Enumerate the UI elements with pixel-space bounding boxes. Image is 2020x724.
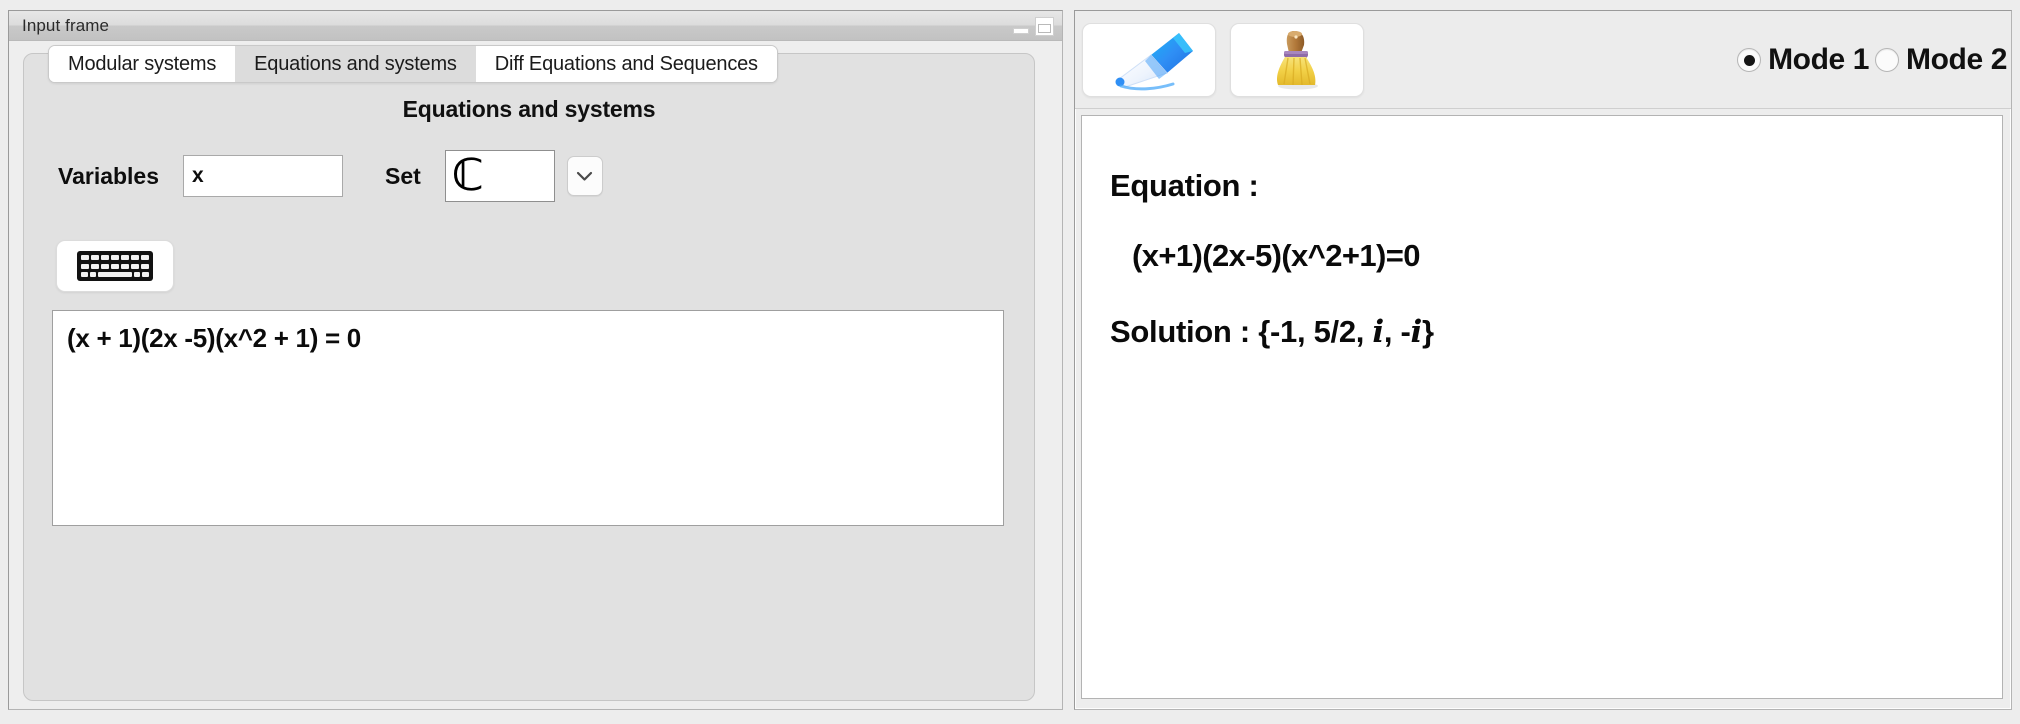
tab-modular-systems[interactable]: Modular systems — [49, 46, 236, 82]
output-equation-value: (x+1)(2x-5)(x^2+1)=0 — [1132, 238, 1420, 273]
tab-panel: Modular systems Equations and systems Di… — [23, 45, 1035, 701]
set-label: Set — [385, 162, 421, 189]
variables-label: Variables — [58, 162, 160, 189]
output-display-area: Equation : (x+1)(2x-5)(x^2+1)=0 Solution… — [1081, 115, 2003, 699]
application-root: Input frame Modular systems Equations an… — [0, 0, 2020, 724]
compute-button[interactable] — [1082, 22, 1216, 97]
mode-1-radio[interactable]: Mode 1 — [1737, 43, 1869, 77]
tab-diff-equations-and-sequences[interactable]: Diff Equations and Sequences — [475, 46, 777, 82]
chevron-down-icon[interactable] — [566, 156, 603, 196]
window-controls — [1013, 11, 1054, 41]
input-frame-titlebar: Input frame — [9, 11, 1062, 41]
output-solution-imaginary-1: i — [1372, 314, 1384, 350]
output-frame-window: Mode 1 Mode 2 Equation : (x+1)(2x-5)(x^2… — [1074, 10, 2012, 710]
minimize-icon[interactable] — [1013, 27, 1029, 34]
keyboard-icon — [77, 251, 153, 281]
variables-input[interactable]: x — [183, 155, 344, 197]
window-title: Input frame — [22, 15, 110, 35]
equation-input-textarea[interactable]: (x + 1)(2x -5)(x^2 + 1) = 0 — [52, 310, 1004, 526]
panel-title: Equations and systems — [402, 96, 656, 122]
output-solution-imaginary-2: i — [1410, 314, 1423, 350]
mode-1-label: Mode 1 — [1768, 43, 1870, 76]
output-toolbar: Mode 1 Mode 2 — [1075, 11, 2011, 109]
mode-radio-group: Mode 1 Mode 2 — [1737, 11, 2007, 109]
output-solution-separator: , - — [1383, 314, 1411, 349]
mode-2-radio[interactable]: Mode 2 — [1875, 43, 2007, 77]
virtual-keyboard-button[interactable] — [56, 240, 174, 292]
output-solution: Solution : {-1, 5/2, i, -i} — [1110, 314, 2002, 350]
output-equation-label: Equation : — [1110, 168, 1259, 203]
input-frame-body: Modular systems Equations and systems Di… — [9, 41, 1062, 709]
pen-icon — [1101, 29, 1197, 91]
mode-2-label: Mode 2 — [1906, 43, 2007, 76]
set-combo-value[interactable]: ℂ — [444, 150, 555, 202]
input-frame-window: Input frame Modular systems Equations an… — [8, 10, 1063, 710]
variables-row: Variables x Set ℂ — [24, 148, 1034, 204]
radio-selected-icon — [1737, 48, 1762, 72]
radio-unselected-icon — [1875, 48, 1900, 72]
output-solution-suffix: } — [1422, 314, 1434, 349]
tab-strip: Modular systems Equations and systems Di… — [48, 45, 778, 83]
restore-icon[interactable] — [1035, 16, 1054, 36]
clear-button[interactable] — [1230, 22, 1364, 97]
broom-icon — [1249, 29, 1345, 91]
output-solution-prefix: Solution : {-1, 5/2, — [1110, 314, 1373, 349]
tab-equations-and-systems[interactable]: Equations and systems — [235, 46, 476, 82]
